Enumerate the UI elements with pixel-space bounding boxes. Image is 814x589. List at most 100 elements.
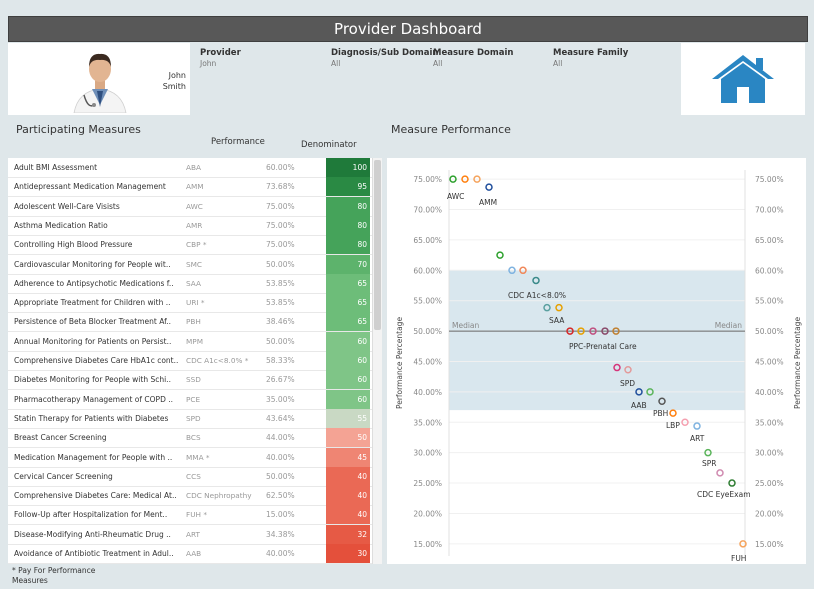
measure-abbreviation: SSD — [186, 375, 201, 385]
table-row[interactable]: Persistence of Beta Blocker Treatment Af… — [8, 312, 382, 333]
y-tick-label-left: 25.00% — [413, 479, 442, 488]
y-axis-title-right: Performance Percentage — [793, 317, 802, 409]
measure-abbreviation: URI * — [186, 298, 205, 308]
measure-name: Comprehensive Diabetes Care HbA1c cont.. — [14, 356, 179, 365]
table-row[interactable]: Antidepressant Medication Management AMM 7… — [8, 177, 382, 198]
table-row[interactable]: Adherence to Antipsychotic Medications f… — [8, 273, 382, 294]
performance-value: 75.00% — [266, 240, 295, 250]
denominator-cell: 32 — [326, 524, 370, 544]
denominator-cell: 65 — [326, 293, 370, 313]
performance-value: 38.46% — [266, 317, 295, 327]
measure-abbreviation: PCE — [186, 394, 201, 404]
y-tick-label-right: 35.00% — [755, 418, 784, 427]
table-row[interactable]: Avoidance of Antibiotic Treatment in Adu… — [8, 544, 382, 564]
table-row[interactable]: Diabetes Monitoring for People with Schi… — [8, 370, 382, 391]
y-tick-label-left: 45.00% — [413, 357, 442, 366]
y-tick-label-left: 55.00% — [413, 297, 442, 306]
performance-value: 60.00% — [266, 163, 295, 172]
point-label: LBP — [666, 421, 680, 430]
table-scrollbar[interactable] — [372, 158, 382, 564]
filter-measure-domain[interactable]: Measure Domain All — [433, 48, 513, 68]
median-label-left: Median — [452, 321, 480, 330]
table-row[interactable]: Breast Cancer Screening BCS 44.00% 50 — [8, 428, 382, 449]
table-row[interactable]: Annual Monitoring for Patients on Persis… — [8, 331, 382, 352]
performance-column-header[interactable]: Performance — [211, 137, 265, 147]
denominator-cell: 60 — [326, 331, 370, 351]
denominator-cell: 40 — [326, 505, 370, 525]
measure-abbreviation: PBH — [186, 317, 201, 327]
table-row[interactable]: Medication Management for People with ..… — [8, 447, 382, 468]
table-row[interactable]: Appropriate Treatment for Children with … — [8, 293, 382, 314]
provider-card: John Smith — [8, 43, 190, 115]
point-label: ART — [690, 434, 705, 443]
table-row[interactable]: Follow-Up after Hospitalization for Ment… — [8, 505, 382, 526]
data-point — [669, 409, 677, 417]
measure-name: Follow-Up after Hospitalization for Ment… — [14, 510, 168, 520]
filter-measure-domain-label: Measure Domain — [433, 48, 514, 58]
table-row[interactable]: Adult BMI Assessment ABA 60.00% 100 — [8, 158, 382, 178]
y-tick-label-left: 70.00% — [413, 206, 442, 215]
denominator-cell: 60 — [326, 389, 370, 409]
denominator-column-header[interactable]: Denominator — [301, 140, 357, 150]
performance-value: 62.50% — [266, 491, 295, 501]
data-point — [716, 469, 724, 477]
measure-name: Adult BMI Assessment — [14, 163, 98, 172]
filter-provider[interactable]: Provider John — [200, 48, 241, 68]
performance-value: 15.00% — [266, 510, 295, 520]
table-row[interactable]: Asthma Medication Ratio AMR 75.00% 80 — [8, 215, 382, 236]
table-row[interactable]: Adolescent Well-Care Visists AWC 75.00% 80 — [8, 196, 382, 217]
y-tick-label-right: 55.00% — [755, 297, 784, 306]
home-button[interactable] — [681, 43, 805, 115]
y-tick-label-left: 50.00% — [413, 327, 442, 336]
home-icon[interactable] — [708, 53, 778, 105]
filter-measure-domain-value[interactable]: All — [433, 59, 513, 68]
denominator-cell: 55 — [326, 408, 370, 428]
measure-name: Controlling High Blood Pressure — [14, 240, 133, 250]
table-row[interactable]: Cervical Cancer Screening CCS 50.00% 40 — [8, 466, 382, 487]
filter-diagnosis-subdomain[interactable]: Diagnosis/Sub Domain All — [331, 48, 439, 68]
filter-measure-family-label: Measure Family — [553, 48, 629, 58]
performance-value: 34.38% — [266, 529, 295, 539]
table-row[interactable]: Comprehensive Diabetes Care HbA1c cont..… — [8, 351, 382, 371]
filter-measure-family-value[interactable]: All — [553, 59, 628, 68]
measure-abbreviation: CDC A1c<8.0% * — [186, 356, 249, 365]
table-row[interactable]: Controlling High Blood Pressure CBP * 75.0… — [8, 235, 382, 256]
measure-name: Comprehensive Diabetes Care: Medical At.… — [14, 491, 177, 501]
measure-name: Persistence of Beta Blocker Treatment Af… — [14, 317, 171, 327]
data-point — [485, 183, 493, 191]
table-row[interactable]: Statin Therapy for Patients with Diabete… — [8, 408, 382, 429]
measure-abbreviation: AAB — [186, 549, 202, 558]
denominator-cell: 95 — [326, 177, 370, 197]
measure-abbreviation: ART — [186, 529, 200, 539]
filter-measure-family[interactable]: Measure Family All — [553, 48, 628, 68]
table-row[interactable]: Disease-Modifying Anti-Rheumatic Drug ..… — [8, 524, 382, 545]
scrollbar-thumb[interactable] — [374, 160, 381, 330]
denominator-cell: 50 — [326, 428, 370, 448]
point-label: FUH — [731, 554, 746, 563]
y-axis-title-left: Performance Percentage — [395, 317, 404, 409]
filter-diagnosis-value[interactable]: All — [331, 59, 439, 68]
y-tick-label-right: 40.00% — [755, 388, 784, 397]
filter-provider-label: Provider — [200, 48, 241, 58]
point-label: SPD — [620, 379, 635, 388]
y-tick-label-left: 35.00% — [413, 418, 442, 427]
table-row[interactable]: Cardiovascular Monitoring for People wit… — [8, 254, 382, 275]
median-label-right: Median — [715, 321, 743, 330]
data-point — [496, 251, 504, 259]
performance-value: 26.67% — [266, 375, 295, 385]
y-tick-label-left: 15.00% — [413, 540, 442, 549]
filter-provider-value[interactable]: John — [200, 59, 241, 68]
measure-name: Breast Cancer Screening — [14, 433, 107, 443]
measure-abbreviation: MPM — [186, 336, 203, 346]
measure-name: Medication Management for People with .. — [14, 452, 173, 462]
measure-name: Adherence to Antipsychotic Medications f… — [14, 278, 174, 288]
y-tick-label-left: 65.00% — [413, 236, 442, 245]
performance-value: 75.00% — [266, 220, 295, 230]
scatter-plot: 75.00% 75.00% 70.00% 70.00% 65.00% 65.00% 60.0… — [395, 170, 802, 563]
table-row[interactable]: Pharmacotherapy Management of COPD .. PCE… — [8, 389, 382, 410]
footnote-line-1: * Pay For Performance — [12, 566, 96, 575]
table-row[interactable]: Comprehensive Diabetes Care: Medical At.… — [8, 486, 382, 507]
provider-name: John Smith — [162, 71, 186, 91]
y-tick-label-left: 75.00% — [413, 175, 442, 184]
page-title: Provider Dashboard — [8, 16, 808, 42]
